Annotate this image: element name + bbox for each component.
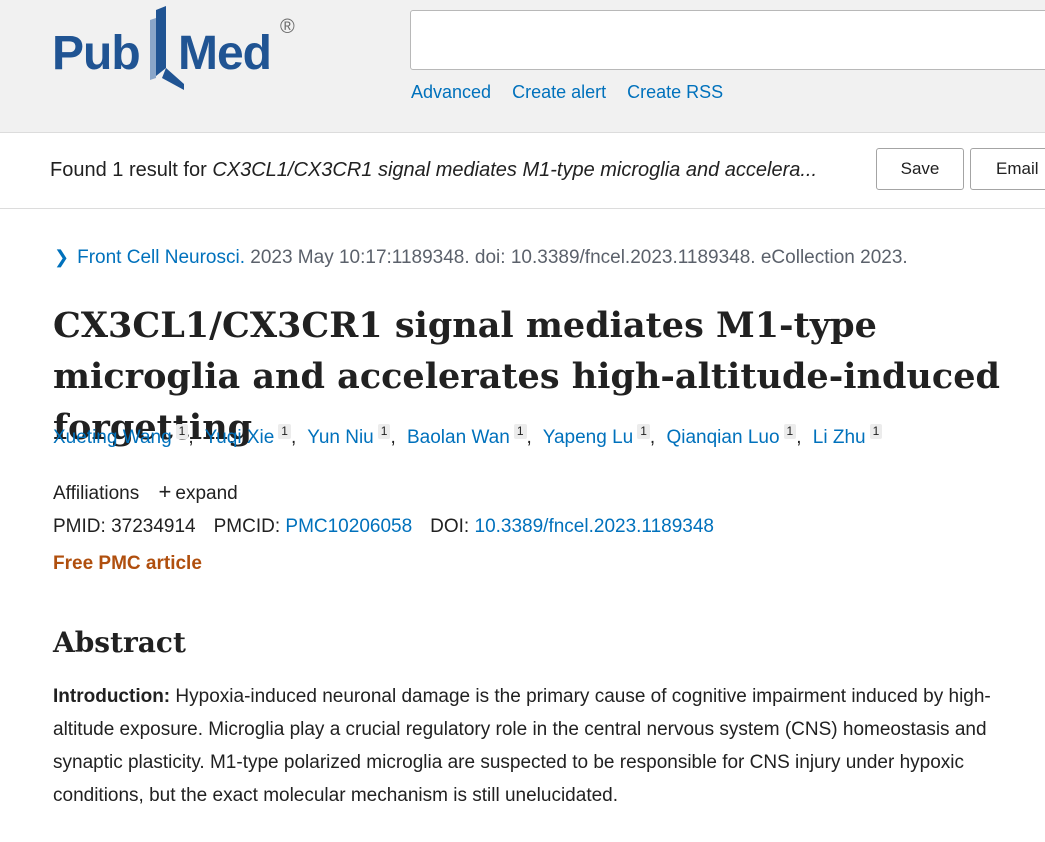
affiliation-number[interactable]: 1	[175, 424, 189, 439]
plus-icon: +	[158, 479, 172, 504]
author-link[interactable]: Yapeng Lu	[543, 427, 634, 448]
abstract-section-label: Introduction:	[53, 686, 171, 707]
chevron-right-icon[interactable]: ❯	[54, 247, 69, 267]
affiliation-number[interactable]: 1	[637, 424, 650, 439]
pmcid-link[interactable]: PMC10206058	[285, 516, 412, 537]
free-pmc-article-label: Free PMC article	[53, 553, 202, 574]
site-header: Pub Med ® Advanced Create alert Create R…	[0, 0, 1045, 133]
doi-label: DOI:	[430, 516, 475, 537]
author-link[interactable]: Qianqian Luo	[666, 427, 779, 448]
pmid-label: PMID:	[53, 516, 112, 537]
author-item: Yun Niu 1,	[307, 424, 396, 448]
author-item: Xueting Wang 1,	[53, 424, 194, 448]
author-link[interactable]: Li Zhu	[813, 427, 866, 448]
expand-label: expand	[175, 483, 238, 504]
pubmed-logo[interactable]: Pub Med ®	[52, 6, 302, 90]
pmid-value: 37234914	[111, 516, 196, 537]
author-item: Qianqian Luo 1,	[666, 424, 802, 448]
affiliation-number[interactable]: 1	[783, 424, 797, 439]
create-alert-link[interactable]: Create alert	[512, 82, 606, 102]
citation-details: 2023 May 10:17:1189348. doi: 10.3389/fnc…	[244, 247, 908, 268]
identifiers-row: PMID: 37234914 PMCID: PMC10206058 DOI: 10.…	[53, 516, 714, 538]
citation-line: ❯ Front Cell Neurosci. 2023 May 10:17:118…	[54, 247, 908, 269]
affiliations-label: Affiliations	[53, 483, 140, 504]
author-link[interactable]: Yun Niu	[307, 427, 374, 448]
create-rss-link[interactable]: Create RSS	[627, 82, 723, 102]
pmcid-label: PMCID:	[213, 516, 286, 537]
results-summary: Found 1 result for CX3CL1/CX3CR1 signal …	[50, 159, 817, 182]
expand-affiliations-button[interactable]: + expand	[159, 479, 238, 504]
author-item: Li Zhu 1	[813, 424, 883, 448]
save-button[interactable]: Save	[876, 148, 964, 190]
doi-link[interactable]: 10.3389/fncel.2023.1189348	[475, 516, 714, 537]
affiliation-number[interactable]: 1	[869, 424, 883, 439]
results-bar: Found 1 result for CX3CL1/CX3CR1 signal …	[0, 133, 1045, 209]
results-query: CX3CL1/CX3CR1 signal mediates M1-type mi…	[212, 159, 818, 181]
affiliations-row: Affiliations + expand	[53, 479, 238, 505]
email-button[interactable]: Email	[970, 148, 1045, 190]
journal-link[interactable]: Front Cell Neurosci.	[77, 247, 245, 268]
search-input[interactable]	[410, 10, 1045, 70]
author-item: Yuqi Xie 1,	[204, 424, 297, 448]
results-prefix: Found 1 result for	[50, 159, 213, 181]
search-links: Advanced Create alert Create RSS	[411, 82, 739, 103]
affiliation-number[interactable]: 1	[513, 424, 527, 439]
affiliation-number[interactable]: 1	[278, 424, 291, 439]
logo-text-med: Med	[178, 27, 272, 80]
registered-mark: ®	[280, 16, 295, 38]
logo-text-pub: Pub	[52, 27, 141, 80]
advanced-link[interactable]: Advanced	[411, 82, 491, 102]
author-link[interactable]: Baolan Wan	[407, 427, 510, 448]
author-link[interactable]: Xueting Wang	[53, 427, 172, 448]
author-link[interactable]: Yuqi Xie	[205, 427, 275, 448]
author-item: Yapeng Lu 1,	[542, 424, 656, 448]
abstract-section-text: Hypoxia-induced neuronal damage is the p…	[53, 686, 991, 806]
abstract-paragraph: Introduction: Hypoxia-induced neuronal d…	[53, 680, 1023, 812]
author-item: Baolan Wan 1,	[407, 424, 532, 448]
abstract-heading: Abstract	[53, 626, 186, 659]
affiliation-number[interactable]: 1	[377, 424, 391, 439]
author-list: Xueting Wang 1, Yuqi Xie 1, Yun Niu 1, Baol…	[53, 424, 883, 449]
